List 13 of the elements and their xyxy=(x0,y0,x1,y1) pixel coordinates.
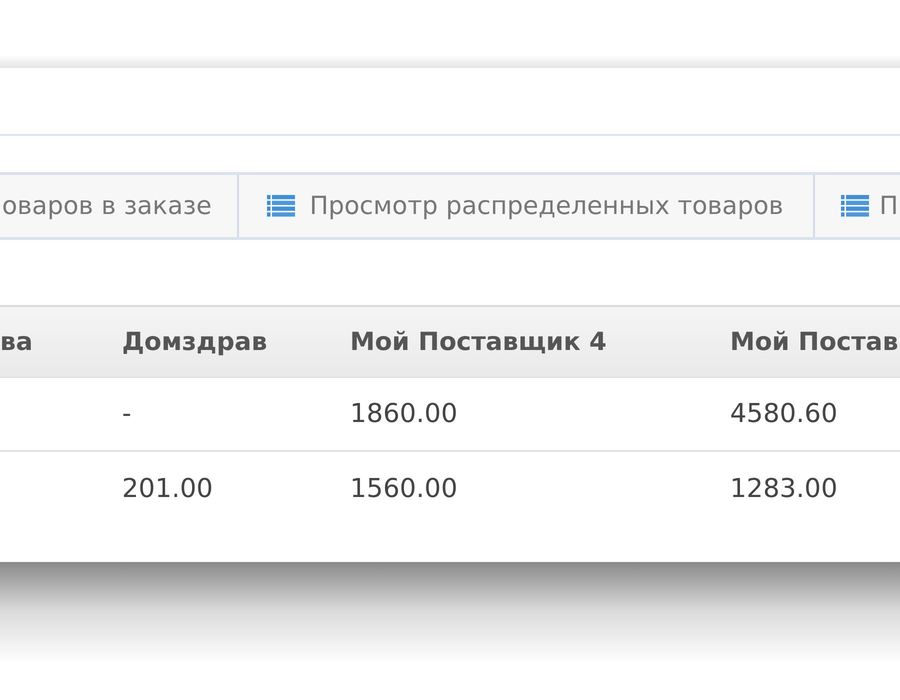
table-cell: 1283.00 xyxy=(730,474,838,504)
column-header: Мой Поставщик 4 xyxy=(350,327,607,356)
table-cell: 1860.00 xyxy=(350,398,458,428)
column-header: Мой Постав xyxy=(730,327,898,356)
list-icon xyxy=(841,195,870,217)
table-cell: 1560.00 xyxy=(350,474,458,504)
table-cell: - xyxy=(122,398,132,428)
column-header: Домздрав xyxy=(122,327,268,356)
toolbar-button[interactable]: оваров в заказе xyxy=(0,175,239,237)
table-cell: 4580.60 xyxy=(730,398,838,428)
list-icon xyxy=(266,195,295,217)
table-cell: 201.00 xyxy=(122,474,213,504)
column-header: ва xyxy=(0,327,33,356)
